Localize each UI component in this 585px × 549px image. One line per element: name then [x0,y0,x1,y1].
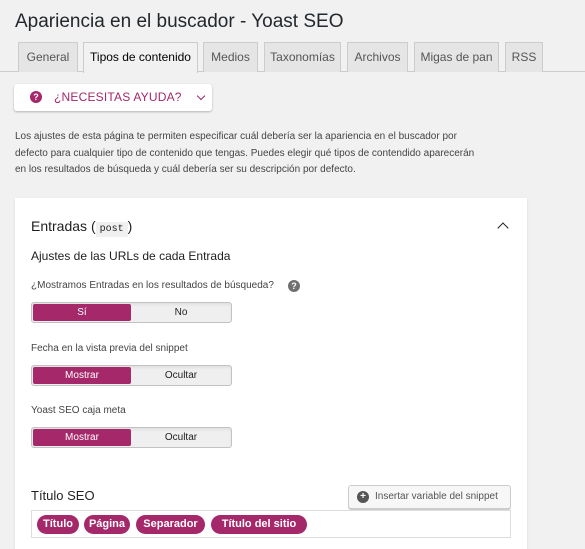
tab-rss[interactable]: RSS [505,42,543,72]
question-icon: ? [30,91,42,103]
card-title: Entradas (post) [31,218,133,237]
post-type-code: post [95,222,128,237]
plus-icon: + [357,491,369,503]
card-title-text: Entradas [31,218,88,234]
toggle-option-show[interactable]: Mostrar [33,367,131,384]
tab-taxonomias[interactable]: Taxonomías [264,42,341,72]
date-snippet-label: Fecha en la vista previa del snippet [31,343,188,354]
tab-general[interactable]: General [18,42,78,72]
chevron-up-icon[interactable] [497,222,509,234]
toggle-option-hide[interactable]: Ocultar [132,367,230,384]
section-title: Ajustes de las URLs de cada Entrada [31,249,231,263]
intro-line: defecto para cualquier tipo de contenido… [15,147,475,159]
paren-close: ) [127,218,133,234]
date-snippet-toggle: Mostrar Ocultar [31,365,232,386]
snippet-variable-pill[interactable]: Página [84,515,130,534]
intro-text: Los ajustes de esta página te permiten e… [15,129,515,179]
snippet-variable-pill[interactable]: Título del sitio [211,515,307,534]
content-type-card: Entradas (post) Ajustes de las URLs de c… [15,198,527,549]
label-prefix: ¿Mostramos [31,280,90,291]
tab-archivos[interactable]: Archivos [347,42,408,72]
meta-box-label: Yoast SEO caja meta [31,405,126,416]
toggle-option-show[interactable]: Mostrar [33,429,131,446]
tab-medios[interactable]: Medios [203,42,258,72]
toggle-option-no[interactable]: No [132,304,230,321]
tab-bar: General Tipos de contenido Medios Taxono… [0,42,585,73]
toggle-option-yes[interactable]: Sí [33,304,131,321]
help-button[interactable]: ? ¿NECESITAS AYUDA? [14,84,212,111]
seo-title-input[interactable]: Título Página Separador Título del sitio [31,510,511,538]
show-in-results-toggle: Sí No [31,302,232,323]
intro-line: en los resultados de búsqueda y cuál deb… [15,164,356,175]
paren-open: ( [90,218,96,234]
help-button-label: ¿NECESITAS AYUDA? [54,90,182,104]
meta-box-toggle: Mostrar Ocultar [31,427,232,448]
chevron-down-icon [196,91,206,101]
label-bold: Entradas [89,280,130,291]
tab-migas-de-pan[interactable]: Migas de pan [414,42,499,72]
tab-tipos-de-contenido[interactable]: Tipos de contenido [83,42,198,73]
page-title: Apariencia en el buscador - Yoast SEO [15,11,344,32]
seo-title-label: Título SEO [31,488,95,503]
toggle-option-hide[interactable]: Ocultar [132,429,230,446]
insert-snippet-variable-button[interactable]: + Insertar variable del snippet [348,485,511,509]
help-circle-icon[interactable]: ? [288,280,300,292]
snippet-variable-pill[interactable]: Título [37,515,79,534]
label-suffix: en los resultados de búsqueda? [129,280,274,291]
show-in-results-label: ¿Mostramos Entradas en los resultados de… [31,280,274,291]
snippet-variable-pill[interactable]: Separador [136,515,205,534]
insert-button-label: Insertar variable del snippet [375,491,498,502]
intro-line: Los ajustes de esta página te permiten e… [15,131,457,142]
